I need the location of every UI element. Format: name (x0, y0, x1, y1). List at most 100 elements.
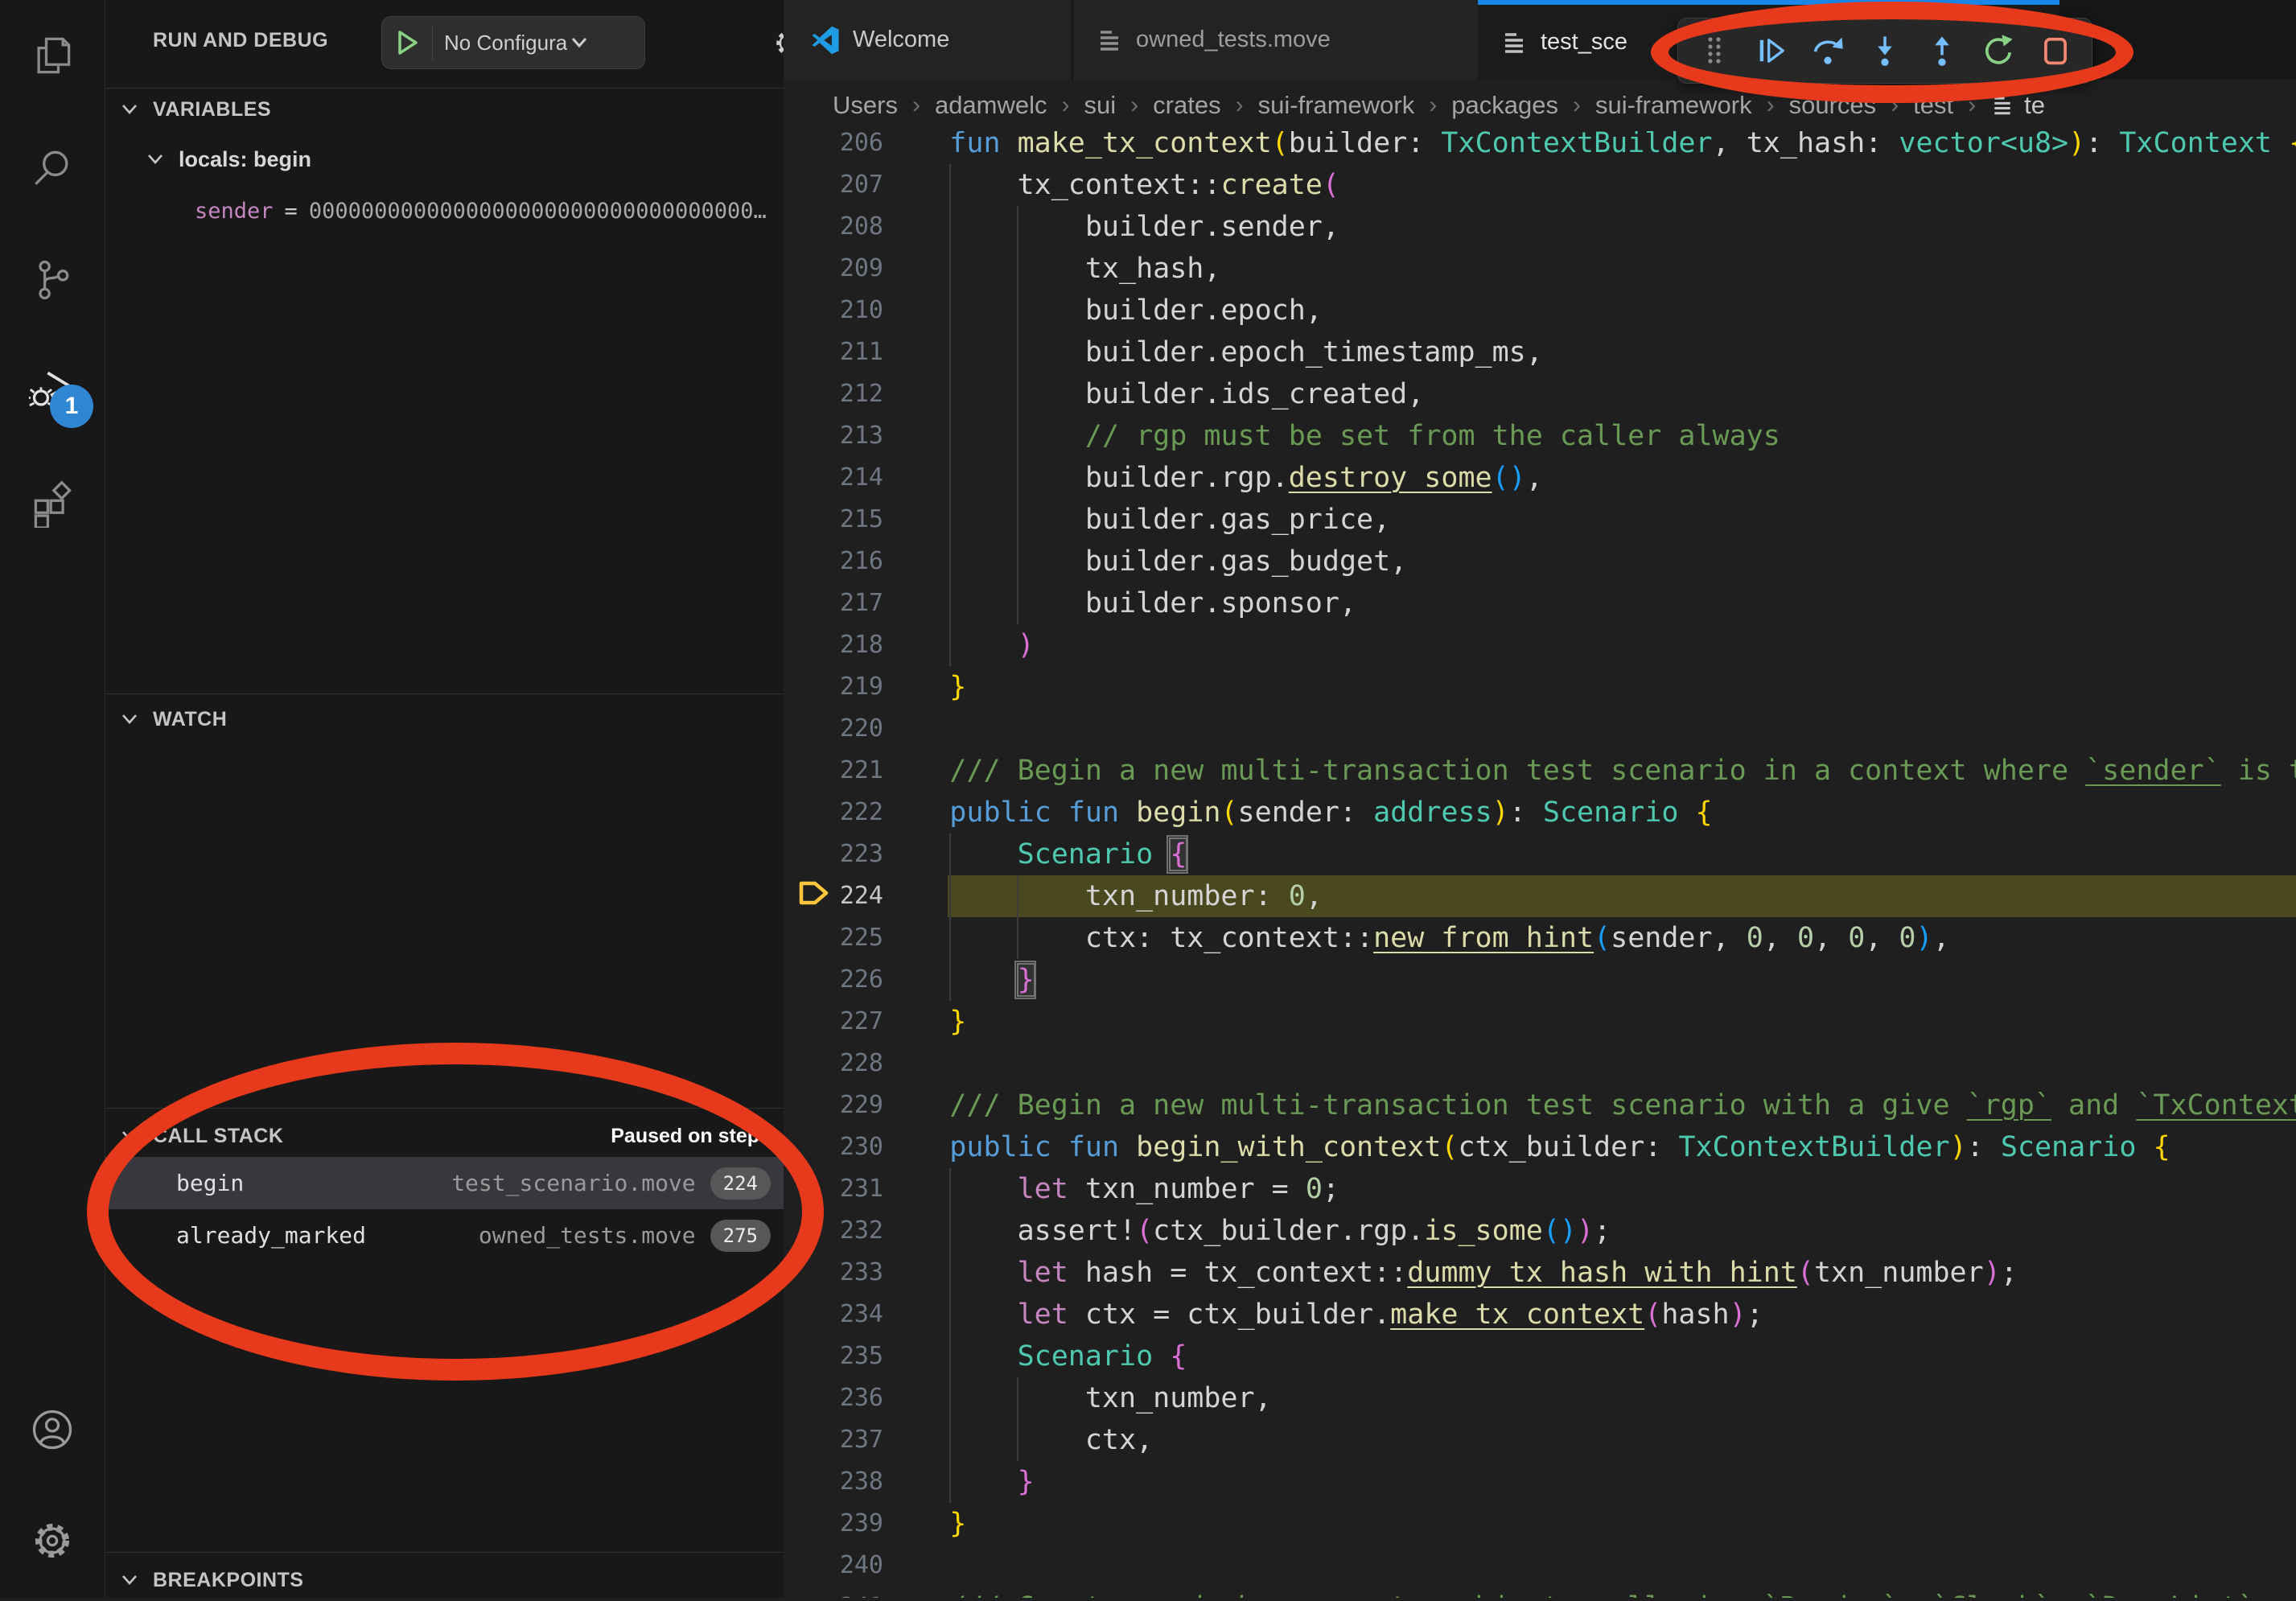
variable-row-sender[interactable]: sender = 0000000000000000000000000000000… (195, 190, 767, 232)
tab-welcome[interactable]: Welcome (784, 0, 1072, 80)
code-line-225[interactable]: ctx: tx_context::new_from_hint(sender, 0… (784, 917, 2296, 959)
line-number-214[interactable]: 214 (784, 457, 883, 499)
line-number-217[interactable]: 217 (784, 582, 883, 624)
line-number-209[interactable]: 209 (784, 248, 883, 290)
breadcrumb-item[interactable]: sui-framework (1258, 91, 1415, 120)
dropdown-divider (432, 25, 433, 60)
section-breakpoints[interactable]: BREAKPOINTS (119, 1559, 303, 1601)
code-line-228[interactable] (784, 1043, 2296, 1084)
line-number-226[interactable]: 226 (784, 959, 883, 1001)
code-line-215[interactable]: builder.gas_price, (784, 499, 2296, 541)
chevron-down-icon (119, 102, 140, 117)
code-line-237[interactable]: ctx, (784, 1419, 2296, 1461)
code-line-227[interactable]: } (784, 1001, 2296, 1043)
line-number-211[interactable]: 211 (784, 331, 883, 373)
line-number-221[interactable]: 221 (784, 750, 883, 792)
line-number-229[interactable]: 229 (784, 1084, 883, 1126)
line-number-228[interactable]: 228 (784, 1043, 883, 1084)
line-number-220[interactable]: 220 (784, 708, 883, 750)
code-line-235[interactable]: Scenario { (784, 1336, 2296, 1377)
code-line-233[interactable]: let hash = tx_context::dummy_tx_hash_wit… (784, 1252, 2296, 1294)
breadcrumb-item[interactable]: Users (833, 91, 898, 120)
breadcrumb-item[interactable]: sui-framework (1595, 91, 1752, 120)
section-divider (105, 1552, 784, 1553)
breadcrumb[interactable]: Users›adamwelc›sui›crates›sui-framework›… (784, 80, 2296, 131)
settings-gear-icon[interactable] (28, 1517, 76, 1565)
code-editor[interactable]: fun make_tx_context(builder: TxContextBu… (784, 131, 2296, 1598)
configuration-label[interactable]: No Configura (444, 31, 567, 56)
line-number-207[interactable]: 207 (784, 164, 883, 206)
tab-owned-tests[interactable]: owned_tests.move (1072, 0, 1478, 80)
debug-configuration-dropdown[interactable]: No Configura (381, 16, 645, 69)
code-line-238[interactable]: } (784, 1461, 2296, 1503)
section-variables[interactable]: VARIABLES (119, 88, 271, 130)
breadcrumb-item[interactable]: sui (1084, 91, 1117, 120)
code-line-241[interactable]: /// Creates and shares system objects, a… (784, 1587, 2296, 1598)
line-number-210[interactable]: 210 (784, 290, 883, 331)
breadcrumb-item[interactable]: crates (1153, 91, 1220, 120)
chevron-down-icon (145, 152, 166, 167)
line-number-212[interactable]: 212 (784, 373, 883, 415)
code-line-239[interactable]: } (784, 1503, 2296, 1545)
code-line-230[interactable]: public fun begin_with_context(ctx_builde… (784, 1126, 2296, 1168)
tab-label: Welcome (853, 27, 949, 53)
line-number-241[interactable]: 241 (784, 1587, 883, 1598)
line-number-237[interactable]: 237 (784, 1419, 883, 1461)
code-line-213[interactable]: // rgp must be set from the caller alway… (784, 415, 2296, 457)
code-line-222[interactable]: public fun begin(sender: address): Scena… (784, 792, 2296, 833)
code-line-210[interactable]: builder.epoch, (784, 290, 2296, 331)
code-line-231[interactable]: let txn_number = 0; (784, 1168, 2296, 1210)
line-number-218[interactable]: 218 (784, 624, 883, 666)
code-line-216[interactable]: builder.gas_budget, (784, 541, 2296, 582)
code-line-208[interactable]: builder.sender, (784, 206, 2296, 248)
code-line-211[interactable]: builder.epoch_timestamp_ms, (784, 331, 2296, 373)
code-line-209[interactable]: tx_hash, (784, 248, 2296, 290)
line-number-222[interactable]: 222 (784, 792, 883, 833)
source-control-icon[interactable] (28, 256, 76, 304)
breadcrumb-item[interactable]: adamwelc (935, 91, 1047, 120)
code-line-220[interactable] (784, 708, 2296, 750)
code-line-223[interactable]: Scenario { (784, 833, 2296, 875)
code-line-224[interactable]: txn_number: 0, (784, 875, 2296, 917)
code-line-212[interactable]: builder.ids_created, (784, 373, 2296, 415)
code-line-206[interactable]: fun make_tx_context(builder: TxContextBu… (784, 131, 2296, 164)
code-line-207[interactable]: tx_context::create( (784, 164, 2296, 206)
line-number-235[interactable]: 235 (784, 1336, 883, 1377)
line-number-223[interactable]: 223 (784, 833, 883, 875)
code-line-214[interactable]: builder.rgp.destroy_some(), (784, 457, 2296, 499)
extensions-icon[interactable] (28, 479, 76, 528)
code-line-221[interactable]: /// Begin a new multi-transaction test s… (784, 750, 2296, 792)
code-line-236[interactable]: txn_number, (784, 1377, 2296, 1419)
line-number-215[interactable]: 215 (784, 499, 883, 541)
account-icon[interactable] (28, 1406, 76, 1454)
line-number-219[interactable]: 219 (784, 666, 883, 708)
code-line-217[interactable]: builder.sponsor, (784, 582, 2296, 624)
breadcrumb-item[interactable]: packages (1451, 91, 1558, 120)
line-number-227[interactable]: 227 (784, 1001, 883, 1043)
line-number-238[interactable]: 238 (784, 1461, 883, 1503)
line-number-216[interactable]: 216 (784, 541, 883, 582)
activity-bar: 1 (0, 0, 105, 1598)
start-debugging-icon[interactable] (395, 29, 421, 56)
annotation-ellipse-debug-toolbar (1651, 2, 2133, 103)
explorer-icon[interactable] (28, 31, 76, 80)
code-line-229[interactable]: /// Begin a new multi-transaction test s… (784, 1084, 2296, 1126)
code-line-240[interactable] (784, 1545, 2296, 1587)
line-number-240[interactable]: 240 (784, 1545, 883, 1587)
code-line-226[interactable]: } (784, 959, 2296, 1001)
code-line-232[interactable]: assert!(ctx_builder.rgp.is_some()); (784, 1210, 2296, 1252)
section-watch[interactable]: WATCH (119, 698, 227, 740)
line-number-236[interactable]: 236 (784, 1377, 883, 1419)
line-number-206[interactable]: 206 (784, 131, 883, 164)
line-number-234[interactable]: 234 (784, 1294, 883, 1336)
file-list-icon (1500, 29, 1528, 56)
line-number-239[interactable]: 239 (784, 1503, 883, 1545)
variables-scope-locals[interactable]: locals: begin (145, 138, 311, 180)
code-line-218[interactable]: ) (784, 624, 2296, 666)
line-number-225[interactable]: 225 (784, 917, 883, 959)
code-line-219[interactable]: } (784, 666, 2296, 708)
code-line-234[interactable]: let ctx = ctx_builder.make_tx_context(ha… (784, 1294, 2296, 1336)
line-number-213[interactable]: 213 (784, 415, 883, 457)
search-icon[interactable] (28, 144, 76, 192)
line-number-208[interactable]: 208 (784, 206, 883, 248)
